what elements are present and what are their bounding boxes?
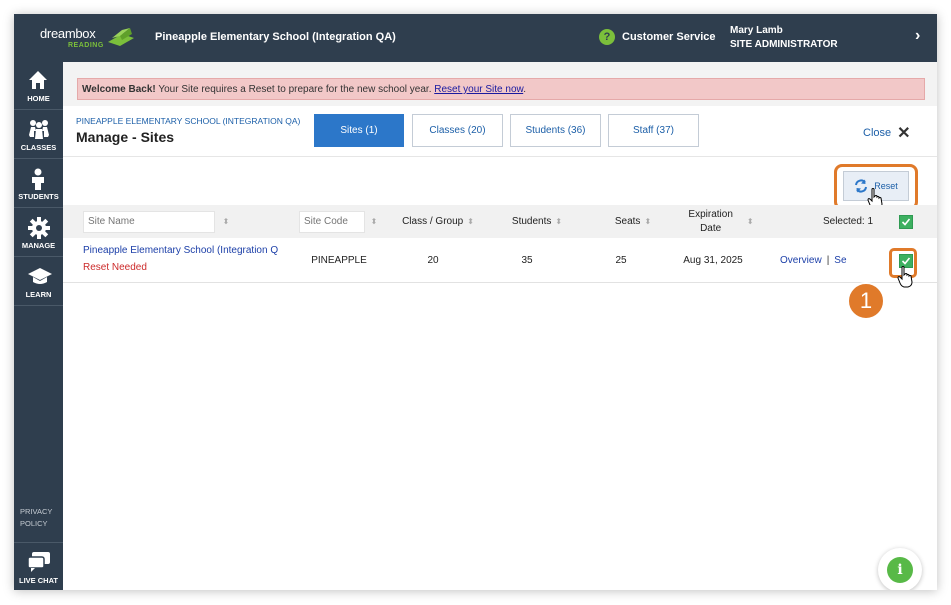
reset-needed-status: Reset Needed (83, 262, 147, 273)
sidebar-item-label: STUDENTS (18, 192, 59, 201)
seats-cell: 25 (615, 255, 627, 266)
table-row: Pineapple Elementary School (Integration… (63, 238, 937, 283)
tab-sites[interactable]: Sites (1) (314, 114, 404, 147)
site-code-cell: PINEAPPLE (311, 255, 367, 266)
sidebar: HOME CLASSES STUDENTS MANAGE LEARN PRIVA… (14, 62, 63, 590)
sort-icon[interactable]: ⬍ (218, 205, 230, 238)
banner-text: Your Site requires a Reset to prepare fo… (155, 84, 435, 95)
checkbox-checked (899, 214, 913, 229)
sidebar-item-label: MANAGE (21, 241, 56, 250)
hand-cursor-icon (897, 266, 913, 288)
customer-service-link[interactable]: ? Customer Service (599, 29, 716, 45)
sidebar-item-students[interactable]: STUDENTS (14, 160, 63, 208)
site-name-input[interactable] (83, 210, 215, 233)
home-icon (29, 71, 47, 89)
customer-service-label: Customer Service (622, 31, 716, 43)
page-title: Manage - Sites (76, 129, 175, 145)
header-label: Students (511, 215, 552, 227)
main-content: Welcome Back! Your Site requires a Reset… (63, 62, 937, 590)
sort-icon: ⬍ (746, 216, 754, 226)
expiration-line1: Expiration (688, 208, 733, 220)
tab-staff[interactable]: Staff (37) (608, 114, 699, 147)
policy-line: POLICY (20, 519, 48, 528)
live-chat-label: LIVE CHAT (18, 576, 59, 585)
dreambox-logo[interactable]: dreambox READING (38, 24, 138, 52)
header-seats[interactable]: Seats ⬍ (583, 205, 683, 238)
overview-link[interactable]: Overview (780, 255, 822, 266)
site-name-filter[interactable] (83, 205, 215, 238)
privacy-policy-link[interactable]: PRIVACY POLICY (20, 506, 52, 530)
user-role: SITE ADMINISTRATOR (730, 39, 838, 50)
close-icon: ✕ (897, 125, 911, 142)
sidebar-item-classes[interactable]: CLASSES (14, 111, 63, 159)
sort-icon[interactable]: ⬍ (366, 205, 378, 238)
gear-icon (28, 217, 50, 239)
students-cell: 35 (521, 255, 533, 266)
step-badge-1: 1 (847, 282, 885, 320)
app-window: dreambox READING Pineapple Elementary Sc… (14, 14, 937, 590)
sidebar-item-manage[interactable]: MANAGE (14, 209, 63, 257)
chat-icon (27, 552, 50, 572)
user-menu[interactable]: Mary Lamb SITE ADMINISTRATOR (730, 24, 838, 52)
table-header: ⬍ ⬍ Class / Group⬍ Students⬍ Seats⬍ Expi… (63, 205, 937, 238)
student-icon (32, 168, 44, 190)
banner-end: . (523, 84, 526, 95)
settings-link[interactable]: Se (834, 255, 846, 266)
class-group-cell: 20 (427, 255, 439, 266)
reset-alert-banner: Welcome Back! Your Site requires a Reset… (77, 78, 925, 100)
sidebar-item-label: HOME (27, 94, 50, 103)
expiration-line2: Date (700, 222, 722, 234)
actions-cell: Overview | Se (780, 238, 850, 283)
selected-count: Selected: 1 (822, 215, 874, 227)
sidebar-item-home[interactable]: HOME (14, 62, 63, 110)
close-button[interactable]: Close ✕ (863, 123, 911, 143)
header-label: Class / Group (402, 215, 464, 227)
tab-students[interactable]: Students (36) (510, 114, 601, 147)
info-icon: i (887, 557, 913, 583)
user-name: Mary Lamb (730, 25, 783, 36)
banner-bold: Welcome Back! (82, 84, 156, 95)
header-expiration[interactable]: Expiration Date ⬍ (671, 205, 771, 238)
sidebar-item-label: CLASSES (20, 143, 57, 152)
header-label: Seats (614, 215, 641, 227)
chevron-right-icon[interactable]: › (915, 27, 920, 45)
top-bar: dreambox READING Pineapple Elementary Sc… (14, 14, 937, 62)
header-class-group[interactable]: Class / Group ⬍ (383, 205, 493, 238)
graduation-cap-icon (28, 268, 52, 284)
privacy-line: PRIVACY (20, 507, 53, 516)
separator: | (826, 255, 830, 266)
close-label: Close (863, 127, 892, 139)
header-students[interactable]: Students ⬍ (487, 205, 587, 238)
tab-classes[interactable]: Classes (20) (412, 114, 503, 147)
sites-panel: PINEAPPLE ELEMENTARY SCHOOL (INTEGRATION… (63, 106, 937, 590)
reset-site-link[interactable]: Reset your Site now (434, 84, 523, 95)
breadcrumb[interactable]: PINEAPPLE ELEMENTARY SCHOOL (INTEGRATION… (76, 116, 300, 126)
expiration-cell: Aug 31, 2025 (683, 255, 743, 266)
info-button[interactable]: i (878, 548, 922, 590)
logo-sub: READING (68, 42, 104, 49)
divider (63, 156, 937, 157)
sidebar-item-learn[interactable]: LEARN (14, 258, 63, 306)
school-name: Pineapple Elementary School (Integration… (155, 31, 396, 43)
sort-icon: ⬍ (467, 216, 474, 226)
logo-text: dreambox (40, 26, 96, 41)
live-chat-button[interactable]: LIVE CHAT (14, 542, 63, 590)
site-code-input[interactable] (299, 210, 365, 233)
check-icon (901, 217, 911, 226)
book-logo-icon (108, 28, 134, 46)
sort-icon: ⬍ (555, 216, 563, 226)
sort-icon: ⬍ (644, 216, 652, 226)
help-icon: ? (599, 29, 615, 45)
header-label: Expiration Date (688, 208, 732, 236)
site-name-link[interactable]: Pineapple Elementary School (Integration… (83, 245, 295, 256)
site-code-filter[interactable] (299, 205, 365, 238)
sidebar-item-label: LEARN (25, 290, 52, 299)
classes-icon (29, 120, 49, 139)
select-all-checkbox[interactable] (897, 205, 915, 238)
